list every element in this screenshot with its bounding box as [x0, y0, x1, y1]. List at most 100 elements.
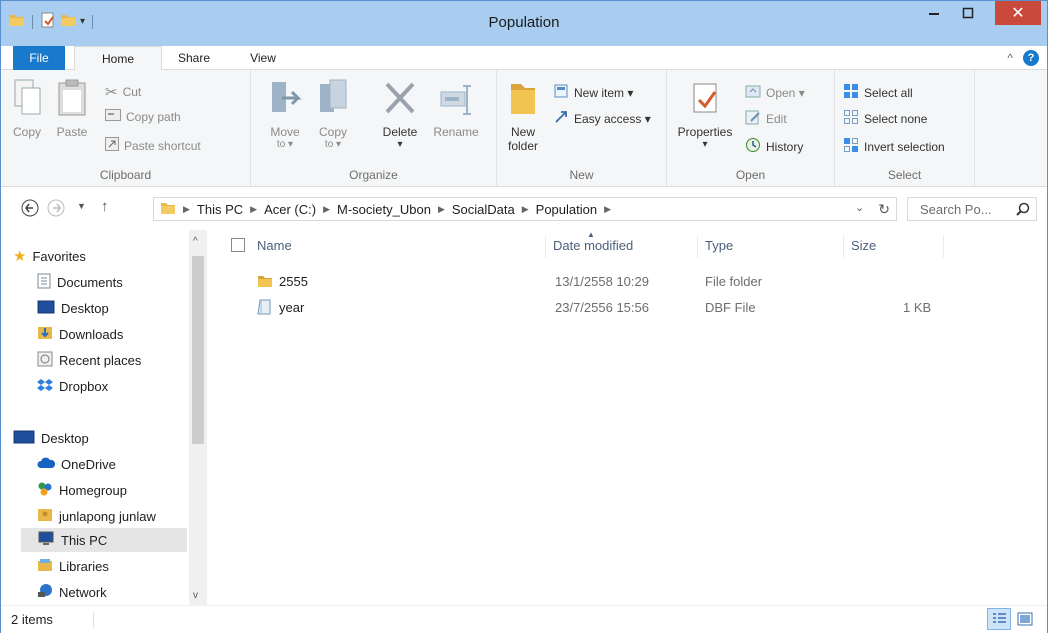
move-to-button[interactable]: Move to ▾ [265, 78, 305, 150]
dropbox-icon [37, 378, 53, 395]
collapse-ribbon-icon[interactable]: ^ [1007, 51, 1013, 65]
file-row[interactable]: year 23/7/2556 15:56 DBF File 1 KB [229, 296, 949, 320]
copy-button[interactable]: Copy [7, 78, 47, 139]
easy-access-label: Easy access ▾ [574, 111, 651, 126]
copy-path-icon [105, 109, 121, 124]
select-none-icon [843, 109, 859, 128]
paste-shortcut-button[interactable]: Paste shortcut [105, 137, 201, 154]
homegroup-icon [37, 481, 53, 500]
copy-to-icon [313, 78, 353, 121]
breadcrumb-separator-icon[interactable]: ▶ [183, 204, 190, 215]
help-icon[interactable]: ? [1023, 50, 1039, 66]
column-divider[interactable] [943, 236, 944, 258]
close-icon: ✕ [1011, 5, 1025, 22]
select-all-button[interactable]: Select all [843, 83, 913, 102]
window-title: Population [488, 14, 560, 31]
back-button[interactable] [21, 199, 39, 220]
delete-arrow: ▾ [397, 139, 403, 150]
refresh-icon[interactable]: ↻ [878, 201, 890, 218]
file-date: 13/1/2558 10:29 [555, 274, 649, 289]
file-name: year [279, 300, 305, 315]
copy-path-button[interactable]: Copy path [105, 109, 181, 124]
tab-share[interactable]: Share [166, 46, 222, 70]
breadcrumb-separator-icon[interactable]: ▶ [250, 204, 257, 215]
properties-button[interactable]: Properties ▾ [675, 78, 735, 150]
breadcrumb-this-pc[interactable]: This PC [197, 202, 243, 217]
breadcrumb-population[interactable]: Population [536, 202, 597, 217]
downloads-icon [37, 325, 53, 344]
nav-favorites[interactable]: ★ Favorites [13, 244, 199, 268]
ribbon-tabs: File Home Share View ^ ? [1, 46, 1047, 71]
column-divider[interactable] [697, 236, 698, 258]
new-item-button[interactable]: New item ▾ [553, 83, 633, 102]
nav-this-pc[interactable]: This PC [21, 528, 187, 552]
breadcrumb-separator-icon[interactable]: ▶ [323, 204, 330, 215]
new-folder-button[interactable]: New folder [503, 78, 543, 153]
select-all-checkbox[interactable] [231, 238, 245, 255]
tab-view[interactable]: View [235, 46, 291, 70]
scroll-up-chevron-icon[interactable]: ^ [193, 236, 198, 247]
address-bar[interactable]: ▶ This PC ▶ Acer (C:) ▶ M-society_Ubon ▶… [153, 197, 897, 221]
new-folder-label-2: folder [507, 139, 539, 153]
delete-button[interactable]: Delete ▾ [375, 78, 425, 150]
nav-desktop[interactable]: Desktop [13, 426, 199, 450]
close-button[interactable]: ✕ [995, 1, 1041, 25]
nav-label: Downloads [59, 326, 124, 342]
breadcrumb-acer-c[interactable]: Acer (C:) [264, 202, 316, 217]
network-icon [37, 583, 53, 602]
invert-selection-button[interactable]: Invert selection [843, 137, 945, 156]
scissors-icon: ✂ [105, 84, 118, 101]
nav-scrollbar[interactable]: ^ v [189, 230, 207, 605]
new-item-icon [553, 83, 569, 102]
breadcrumb-separator-icon[interactable]: ▶ [604, 204, 611, 215]
rename-icon [429, 78, 483, 121]
organize-group: Move to ▾ Copy to ▾ Delete ▾ Rename Orga… [251, 70, 497, 186]
rename-button[interactable]: Rename [429, 78, 483, 139]
file-type: DBF File [705, 300, 756, 315]
column-header-date-modified[interactable]: Date modified [553, 238, 633, 253]
large-icons-view-icon [1017, 612, 1033, 626]
open-button[interactable]: Open ▾ [745, 83, 805, 102]
select-none-button[interactable]: Select none [843, 109, 927, 128]
select-all-icon [843, 83, 859, 102]
edit-button[interactable]: Edit [745, 109, 787, 128]
breadcrumb-separator-icon[interactable]: ▶ [438, 204, 445, 215]
up-arrow-icon[interactable]: ↑ [101, 198, 109, 215]
column-divider[interactable] [545, 236, 546, 258]
nav-label: Desktop [61, 300, 109, 316]
large-icons-view-button[interactable] [1013, 608, 1037, 630]
scroll-down-chevron-icon[interactable]: v [193, 590, 198, 601]
ribbon: Copy Paste ✂ Cut Copy path Paste shortcu… [1, 70, 1047, 187]
tab-home[interactable]: Home [74, 46, 162, 71]
copy-label: Copy [12, 125, 41, 139]
column-header-name[interactable]: Name [257, 238, 292, 253]
paste-button[interactable]: Paste [51, 78, 93, 139]
new-folder-icon [503, 78, 543, 121]
tab-file[interactable]: File [13, 46, 65, 70]
copy-to-button[interactable]: Copy to ▾ [313, 78, 353, 150]
column-header-size[interactable]: Size [851, 238, 876, 253]
address-history-chevron-down-icon[interactable]: ⌄ [855, 201, 864, 218]
column-divider[interactable] [843, 236, 844, 258]
nav-scrollbar-thumb[interactable] [192, 256, 204, 444]
history-button[interactable]: History [745, 137, 803, 156]
forward-button[interactable] [47, 199, 65, 220]
details-view-button[interactable] [987, 608, 1011, 630]
cut-button[interactable]: ✂ Cut [105, 83, 141, 101]
recent-locations-chevron-down-icon[interactable]: ▼ [77, 201, 86, 211]
nav-label: OneDrive [61, 456, 116, 472]
new-group-label: New [569, 168, 594, 182]
select-group: Select all Select none Invert selection … [835, 70, 975, 186]
easy-access-button[interactable]: Easy access ▾ [553, 109, 651, 128]
nav-label: Favorites [32, 248, 86, 264]
minimize-button[interactable] [917, 1, 951, 25]
search-input[interactable]: Search Po... [907, 197, 1037, 221]
breadcrumb-m-society-ubon[interactable]: M-society_Ubon [337, 202, 431, 217]
breadcrumb-separator-icon[interactable]: ▶ [522, 204, 529, 215]
column-header-type[interactable]: Type [705, 238, 733, 253]
organize-group-label: Organize [349, 168, 398, 182]
paste-shortcut-icon [105, 137, 119, 154]
maximize-button[interactable] [951, 1, 985, 25]
breadcrumb-socialdata[interactable]: SocialData [452, 202, 515, 217]
file-row[interactable]: 2555 13/1/2558 10:29 File folder [229, 270, 949, 294]
